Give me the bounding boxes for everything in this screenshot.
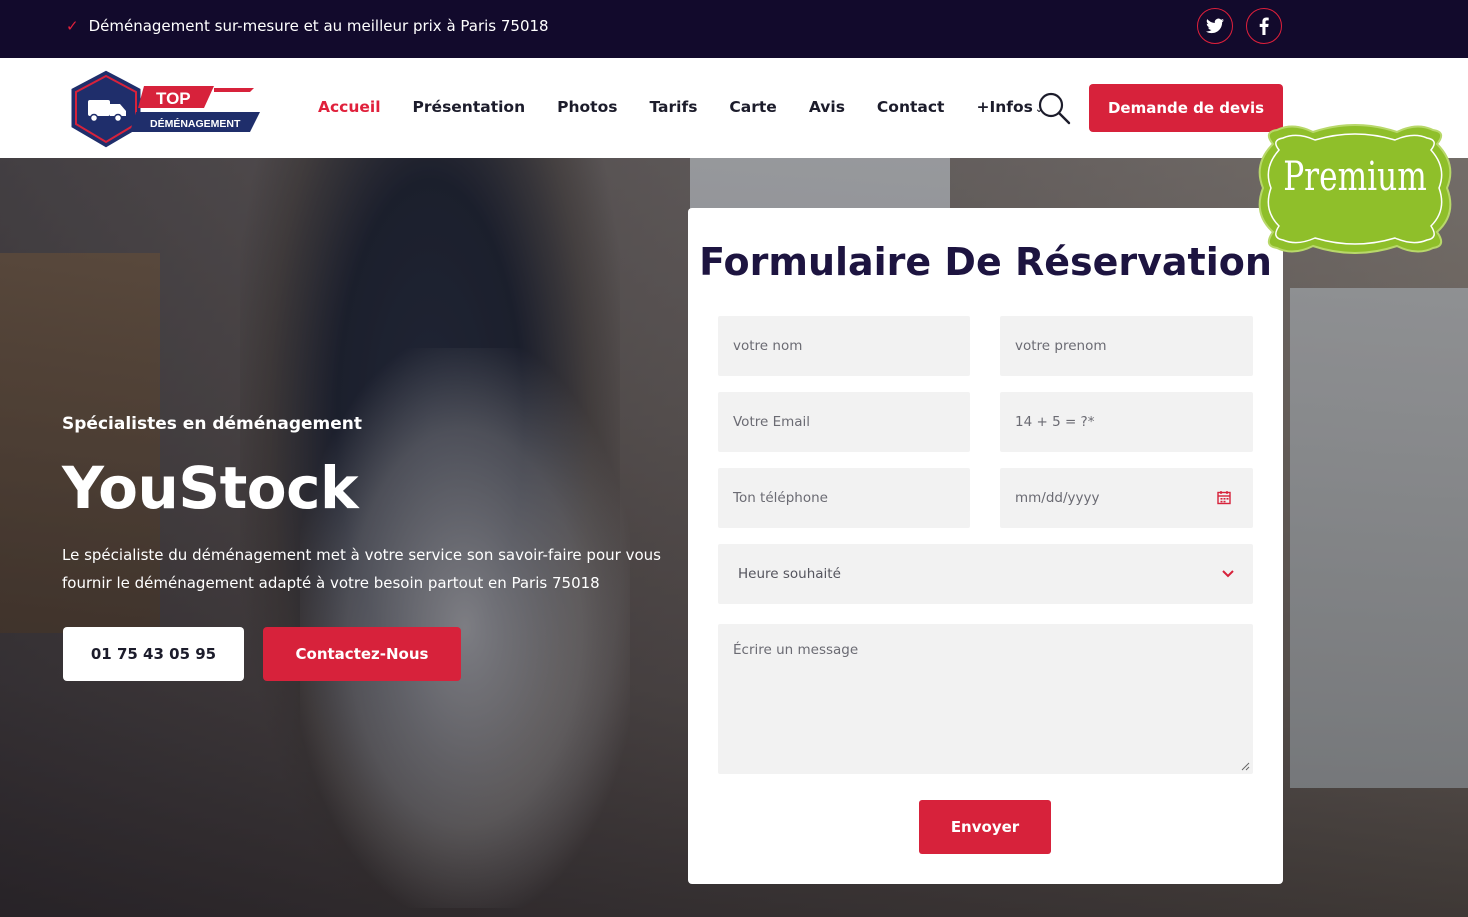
nav-item-infos-label: +Infos (976, 98, 1033, 116)
time-select[interactable]: Heure souhaité (718, 544, 1253, 604)
nav-item-photos[interactable]: Photos (557, 98, 617, 116)
logo[interactable]: TOP DÉMÉNAGEMENT (64, 66, 262, 152)
date-placeholder: mm/dd/yyyy (1015, 490, 1100, 506)
nav-item-presentation[interactable]: Présentation (413, 98, 526, 116)
message-placeholder: Écrire un message (733, 642, 859, 658)
date-field[interactable]: mm/dd/yyyy (1000, 468, 1253, 528)
calendar-icon[interactable] (1217, 490, 1231, 505)
hero-eyebrow: Spécialistes en déménagement (62, 414, 363, 434)
name-field[interactable]: votre nom (718, 316, 970, 376)
facebook-icon (1259, 17, 1269, 35)
top-bar: ✓ Déménagement sur-mesure et au meilleur… (0, 0, 1468, 58)
logo-top-text: TOP (156, 89, 191, 108)
nav-item-tarifs[interactable]: Tarifs (649, 98, 697, 116)
reservation-form: Formulaire De Réservation votre nom votr… (688, 208, 1283, 884)
contact-button[interactable]: Contactez-Nous (263, 627, 461, 681)
form-title: Formulaire De Réservation (699, 240, 1272, 284)
check-icon: ✓ (66, 17, 79, 35)
twitter-icon (1206, 18, 1224, 34)
firstname-field[interactable]: votre prenom (1000, 316, 1253, 376)
main-header: TOP DÉMÉNAGEMENT Accueil Présentation Ph… (0, 58, 1468, 158)
nav-item-accueil[interactable]: Accueil (318, 98, 381, 116)
logo-bottom-text: DÉMÉNAGEMENT (150, 117, 241, 130)
facebook-button[interactable] (1246, 8, 1282, 44)
twitter-button[interactable] (1197, 8, 1233, 44)
premium-label: Premium (1283, 154, 1427, 200)
tagline-text: Déménagement sur-mesure et au meilleur p… (88, 17, 549, 35)
time-select-value: Heure souhaité (738, 566, 841, 582)
nav-item-contact[interactable]: Contact (877, 98, 945, 116)
main-nav: Accueil Présentation Photos Tarifs Carte… (318, 98, 1043, 116)
email-field[interactable]: Votre Email (718, 392, 970, 452)
hero-description: Le spécialiste du déménagement met à vot… (62, 546, 661, 592)
captcha-field[interactable]: 14 + 5 = ?* (1000, 392, 1253, 452)
search-icon (1038, 92, 1071, 125)
chevron-down-icon (1222, 570, 1234, 578)
resize-grip-icon[interactable] (1241, 762, 1250, 771)
nav-item-infos[interactable]: +Infos ⌄ (976, 98, 1043, 116)
nav-item-avis[interactable]: Avis (809, 98, 845, 116)
hero-title: YouStock (62, 454, 359, 522)
submit-button[interactable]: Envoyer (919, 800, 1051, 854)
premium-badge: Premium (1253, 124, 1457, 254)
search-button[interactable] (1036, 90, 1072, 126)
phone-field[interactable]: Ton téléphone (718, 468, 970, 528)
phone-button[interactable]: 01 75 43 05 95 (63, 627, 244, 681)
tagline: ✓ Déménagement sur-mesure et au meilleur… (66, 17, 549, 35)
nav-item-carte[interactable]: Carte (729, 98, 776, 116)
message-textarea[interactable]: Écrire un message (718, 624, 1253, 774)
